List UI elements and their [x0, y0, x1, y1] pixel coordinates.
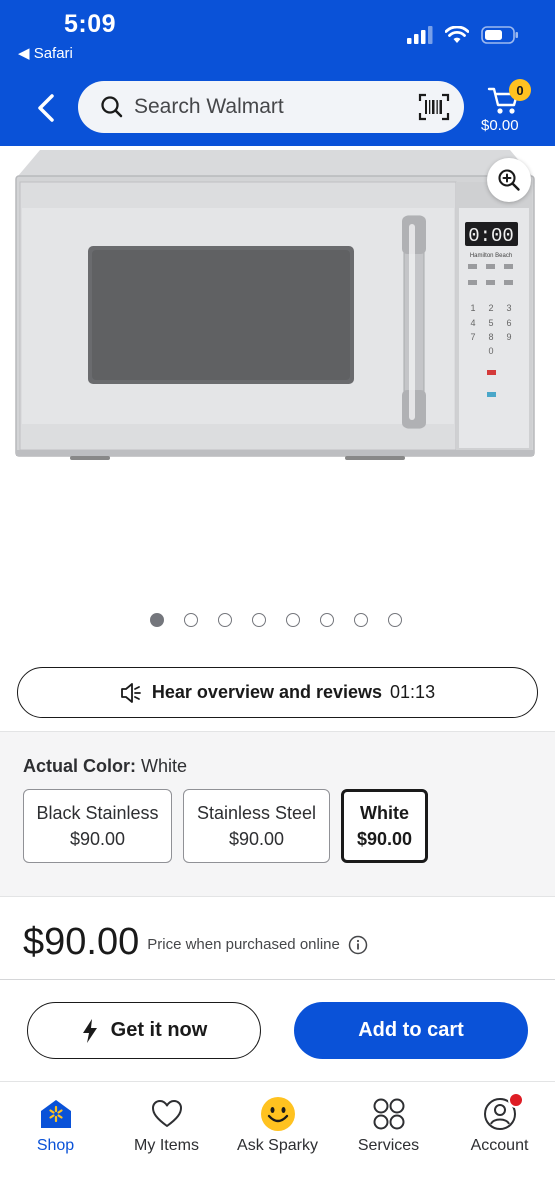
add-to-cart-button[interactable]: Add to cart [294, 1002, 528, 1059]
heart-icon [149, 1096, 185, 1132]
svg-text:2: 2 [488, 303, 493, 313]
microwave-display-text: 0:00 [468, 225, 514, 247]
audio-label: Hear overview and reviews [151, 682, 383, 702]
add-to-cart-label: Add to cart [358, 1019, 464, 1041]
zoom-button[interactable] [487, 158, 531, 202]
wifi-icon [445, 26, 469, 43]
cart-button[interactable]: 0 $0.00 [478, 78, 531, 136]
get-it-now-button[interactable]: Get it now [27, 1002, 261, 1059]
microwave-illustration: 0:00 Hamilton Beach 1 2 3 4 5 6 7 8 9 0 [15, 150, 535, 460]
header-bar: 5:09 ◀ Safari Search Walmart 0 $0.00 [0, 0, 555, 146]
back-button[interactable] [28, 88, 64, 128]
svg-text:6: 6 [506, 318, 511, 328]
svg-text:0: 0 [488, 346, 493, 356]
speaker-icon [121, 682, 141, 703]
carousel-dot[interactable] [150, 613, 164, 627]
product-price: $90.00 [23, 921, 140, 963]
tab-label: Account [470, 1137, 529, 1154]
hear-overview-button[interactable]: Hear overview and reviews 01:13 [17, 667, 538, 718]
zoom-in-icon [498, 169, 520, 191]
svg-text:7: 7 [470, 332, 475, 342]
carousel-dot[interactable] [252, 613, 266, 627]
carousel-dot[interactable] [320, 613, 334, 627]
tab-shop[interactable]: Shop [0, 1096, 111, 1155]
tab-label: Services [357, 1137, 420, 1154]
price-note: Price when purchased online [147, 936, 340, 953]
carousel-dot[interactable] [354, 613, 368, 627]
product-image[interactable]: 0:00 Hamilton Beach 1 2 3 4 5 6 7 8 9 0 [0, 146, 555, 601]
variant-panel: Actual Color: White Black Stainless $90.… [0, 731, 555, 897]
tab-services[interactable]: Services [333, 1096, 444, 1155]
tab-label: Ask Sparky [237, 1137, 318, 1154]
svg-text:Hamilton Beach: Hamilton Beach [470, 253, 512, 259]
variant-price: $90.00 [356, 829, 413, 849]
variant-name: Stainless Steel [196, 803, 317, 823]
bottom-tab-bar: Shop My Items Ask Sparky Services Accoun… [0, 1081, 555, 1200]
search-icon [101, 96, 123, 118]
get-it-now-label: Get it now [110, 1019, 208, 1041]
search-input[interactable] [134, 81, 404, 133]
signal-icon [407, 26, 433, 44]
svg-text:9: 9 [506, 332, 511, 342]
status-time: 5:09 [64, 10, 117, 38]
lightning-icon [82, 1018, 97, 1043]
carousel-dot[interactable] [286, 613, 300, 627]
back-to-safari-link[interactable]: ◀ Safari [18, 44, 73, 62]
tab-label: Shop [36, 1137, 75, 1154]
spark-home-icon [38, 1096, 74, 1132]
svg-text:5: 5 [488, 318, 493, 328]
search-bar[interactable] [78, 81, 464, 133]
battery-icon [481, 26, 518, 44]
cart-count-badge: 0 [509, 79, 531, 101]
svg-text:8: 8 [488, 332, 493, 342]
svg-text:3: 3 [506, 303, 511, 313]
carousel-dot[interactable] [184, 613, 198, 627]
chevron-left-icon [38, 94, 54, 122]
status-icons [407, 26, 519, 44]
person-icon [482, 1092, 524, 1132]
tab-label: My Items [134, 1137, 199, 1154]
grid-circles-icon [371, 1096, 407, 1132]
actual-color-key: Actual Color: [23, 756, 137, 776]
smiley-icon [260, 1096, 296, 1132]
tab-account[interactable]: Account [444, 1092, 555, 1155]
variant-stainless-steel[interactable]: Stainless Steel $90.00 [183, 789, 330, 863]
notification-dot [507, 1092, 524, 1108]
svg-text:4: 4 [470, 318, 475, 328]
price-row: $90.00 Price when purchased online [23, 921, 368, 964]
divider [0, 979, 555, 980]
variant-name: Black Stainless [36, 803, 159, 823]
variant-price: $90.00 [228, 829, 285, 849]
cart-total: $0.00 [481, 117, 519, 134]
barcode-scan-icon[interactable] [418, 93, 450, 121]
carousel-dot[interactable] [218, 613, 232, 627]
variant-name: White [360, 803, 409, 823]
tab-my-items[interactable]: My Items [111, 1096, 222, 1155]
info-icon[interactable] [348, 935, 368, 955]
svg-text:1: 1 [470, 303, 475, 313]
carousel-dot[interactable] [388, 613, 402, 627]
image-carousel-dots [150, 613, 402, 627]
variant-price: $90.00 [69, 829, 126, 849]
variant-black-stainless[interactable]: Black Stainless $90.00 [23, 789, 172, 863]
variant-white[interactable]: White $90.00 [341, 789, 428, 863]
audio-duration: 01:13 [390, 682, 436, 702]
actual-color-value: White [141, 756, 188, 776]
tab-ask-sparky[interactable]: Ask Sparky [222, 1096, 333, 1155]
actual-color-label: Actual Color: White [23, 756, 187, 777]
